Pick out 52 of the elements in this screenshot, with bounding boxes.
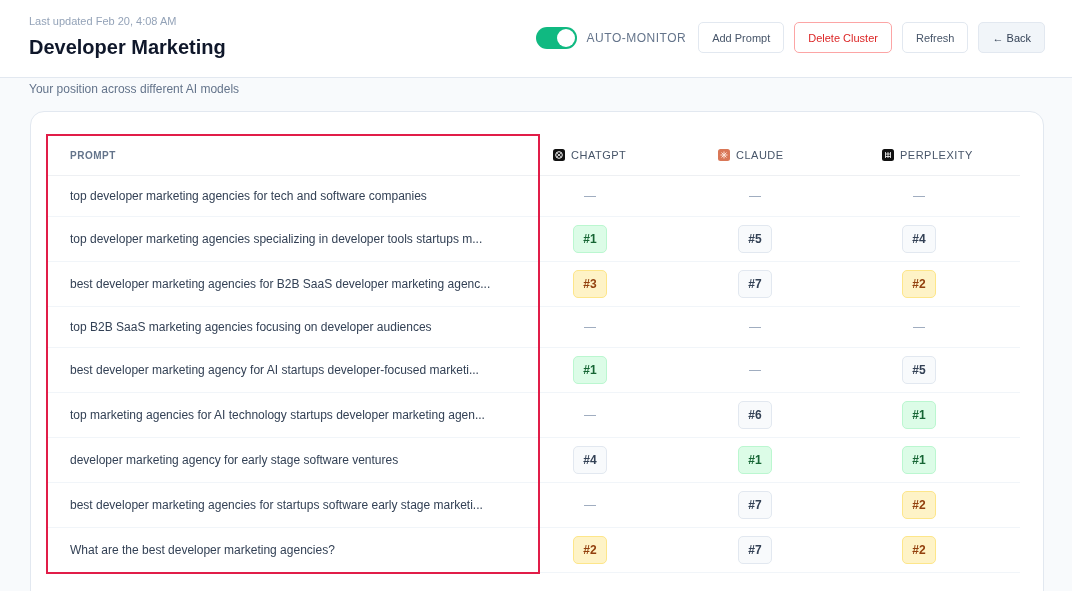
last-updated-text: Last updated Feb 20, 4:08 AM (29, 15, 177, 27)
prompt-text: top B2B SaaS marketing agencies focusing on developer audiences (70, 320, 432, 334)
action-button[interactable]: Refresh (901, 22, 969, 53)
prompt-text: best developer marketing agency for AI startups developer-focused marketi... (70, 363, 479, 377)
action-button[interactable]: Add Prompt (698, 22, 785, 53)
prompt-text: What are the best developer marketing agencies? (70, 543, 335, 557)
rank-badge: #3 (573, 270, 607, 298)
empty-dash: — (584, 408, 596, 422)
prompt-text: top developer marketing agencies for tech and software companies (70, 189, 427, 203)
rank-badge: #4 (573, 446, 607, 474)
rank-badge: #5 (902, 356, 936, 384)
rank-badge: #1 (902, 401, 936, 429)
rank-badge: #2 (902, 536, 936, 564)
prompt-text: top developer marketing agencies specializing in developer tools startups m... (70, 232, 483, 246)
auto-monitor-toggle[interactable] (535, 26, 577, 49)
empty-dash: — (749, 363, 761, 377)
delete-button[interactable]: Delete Cluster (794, 22, 892, 53)
rank-badge: #1 (573, 356, 607, 384)
asterisk-icon (718, 149, 730, 161)
rank-badge: #2 (573, 536, 607, 564)
column-header: PROMPT (70, 149, 116, 161)
prompt-text: best developer marketing agencies for startups software early stage marketi... (70, 498, 483, 512)
subtitle-text: Your position across different AI models (29, 82, 240, 96)
rank-badge: #5 (738, 225, 772, 253)
empty-dash: — (584, 498, 596, 512)
prompt-text: best developer marketing agencies for B2B SaaS developer marketing agenc... (70, 277, 491, 291)
rank-badge: #1 (738, 446, 772, 474)
rank-badge: #2 (902, 491, 936, 519)
rank-badge: #4 (902, 225, 936, 253)
empty-dash: — (749, 189, 761, 203)
empty-dash: — (749, 320, 761, 334)
empty-dash: — (584, 189, 596, 203)
prompt-text: top marketing agencies for AI technology startups developer marketing agen... (70, 408, 485, 422)
column-header: CLAUDE (736, 149, 784, 161)
rank-badge: #2 (902, 270, 936, 298)
rank-badge: #7 (738, 536, 772, 564)
column-header: PERPLEXITY (900, 149, 973, 161)
column-header: CHATGPT (571, 149, 627, 161)
empty-dash: — (584, 320, 596, 334)
page-title: Developer Marketing (29, 36, 226, 59)
frame-icon (882, 149, 894, 161)
rank-badge: #6 (738, 401, 772, 429)
rank-badge: #7 (738, 491, 772, 519)
rank-badge: #7 (738, 270, 772, 298)
prompt-text: developer marketing agency for early stage software ventures (70, 453, 399, 467)
empty-dash: — (913, 320, 925, 334)
rank-badge: #1 (902, 446, 936, 474)
empty-dash: — (913, 189, 925, 203)
back-button[interactable]: ← Back (978, 22, 1045, 53)
knot-icon (553, 149, 565, 161)
rank-badge: #1 (573, 225, 607, 253)
auto-monitor-label: AUTO-MONITOR (586, 30, 687, 45)
